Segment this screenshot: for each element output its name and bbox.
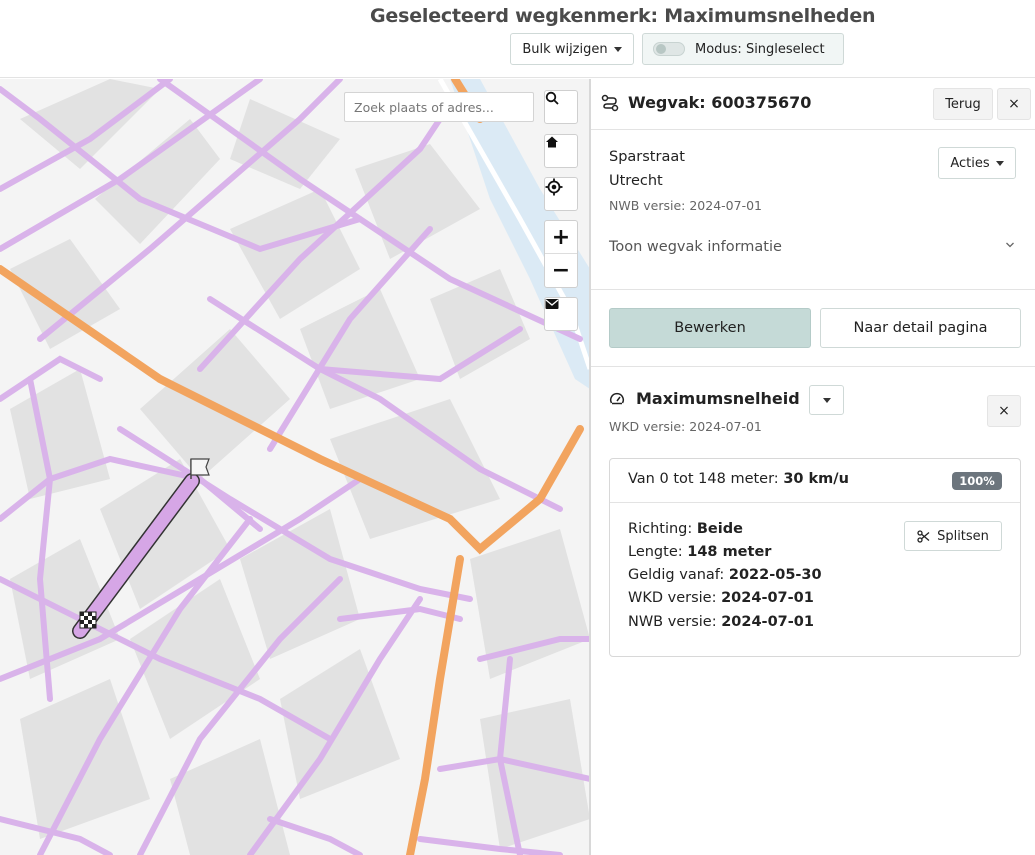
zoom-out-icon: − (551, 258, 571, 283)
detail-direction: Richting: Beide (628, 521, 743, 537)
locate-icon (545, 178, 563, 196)
segment-speed-value: 30 km/u (783, 471, 849, 487)
caret-down-icon (822, 397, 831, 403)
route-icon (601, 94, 619, 112)
toggle-knob (656, 44, 666, 54)
detail-value: 2022-05-30 (728, 567, 822, 583)
map-search-input[interactable] (344, 92, 534, 122)
detail-label: Richting: (628, 521, 697, 537)
chevron-down-icon[interactable] (1005, 240, 1015, 250)
map-canvas[interactable] (0, 79, 590, 855)
zoom-controls: + − (544, 220, 578, 288)
panel-header: Wegvak: 600375670 Terug × (591, 79, 1035, 130)
detail-label: Geldig vanaf: (628, 567, 729, 583)
coverage-badge: 100% (952, 472, 1002, 490)
detail-value: 2024-07-01 (721, 590, 814, 606)
edit-button[interactable]: Bewerken (609, 308, 811, 348)
speed-options-dropdown[interactable] (809, 385, 844, 415)
detail-wkd-version: WKD versie: 2024-07-01 (628, 590, 814, 606)
detail-value: 148 meter (687, 544, 772, 560)
back-button[interactable]: Terug (933, 88, 993, 120)
scissors-icon (917, 529, 930, 543)
split-button[interactable]: Splitsen (904, 521, 1002, 551)
caret-down-icon (995, 160, 1004, 166)
detail-value: 2024-07-01 (721, 614, 814, 630)
wkd-version: WKD versie: 2024-07-01 (609, 419, 762, 434)
bulk-edit-label: Bulk wijzigen (522, 41, 608, 57)
divider (591, 366, 1035, 367)
speed-section-title: Maximumsnelheid (636, 389, 800, 408)
detail-valid-from: Geldig vanaf: 2022-05-30 (628, 567, 822, 583)
zoom-in-button[interactable]: + (545, 221, 577, 254)
home-icon (546, 136, 558, 148)
street-name: Sparstraat (609, 149, 685, 165)
map-search-button[interactable] (544, 90, 578, 124)
city-name: Utrecht (609, 173, 663, 189)
map-home-button[interactable] (544, 134, 578, 168)
toggle-segment-info[interactable]: Toon wegvak informatie (609, 239, 782, 255)
zoom-in-icon: + (551, 224, 571, 250)
split-label: Splitsen (937, 528, 989, 544)
speedometer-icon (610, 392, 624, 405)
speed-segment-card: Van 0 tot 148 meter: 30 km/u 100% Richti… (609, 458, 1021, 657)
map-locate-button[interactable] (544, 177, 578, 211)
mode-label: Modus: Singleselect (695, 41, 825, 57)
actions-dropdown[interactable]: Acties (938, 147, 1016, 179)
page-title: Geselecteerd wegkenmerk: Maximumsnelhede… (370, 5, 876, 27)
road-segment-info: Sparstraat Utrecht NWB versie: 2024-07-0… (591, 130, 1035, 290)
detail-label: Lengte: (628, 544, 688, 560)
bulk-edit-dropdown[interactable]: Bulk wijzigen (510, 33, 634, 65)
side-panel: Wegvak: 600375670 Terug × Sparstraat Utr… (591, 79, 1035, 855)
detail-label: WKD versie: (628, 590, 722, 606)
detail-nwb-version: NWB versie: 2024-07-01 (628, 614, 814, 630)
detail-page-button[interactable]: Naar detail pagina (820, 308, 1021, 348)
search-icon (545, 91, 559, 105)
close-panel-button[interactable]: × (997, 88, 1031, 120)
close-icon: × (998, 403, 1010, 419)
segment-header: Van 0 tot 148 meter: 30 km/u 100% (610, 459, 1020, 503)
actions-label: Acties (950, 155, 990, 171)
zoom-out-button[interactable]: − (545, 254, 577, 287)
select-mode-toggle[interactable]: Modus: Singleselect (642, 33, 844, 65)
segment-range: Van 0 tot 148 meter: 30 km/u (628, 471, 849, 487)
toggle-switch[interactable] (653, 42, 685, 56)
close-icon: × (1008, 96, 1020, 112)
caret-down-icon (613, 46, 622, 52)
detail-value: Beide (696, 521, 743, 537)
map-mail-button[interactable] (544, 297, 578, 331)
detail-label: NWB versie: (628, 614, 722, 630)
finish-flag-icon (79, 611, 97, 629)
header-bar: Geselecteerd wegkenmerk: Maximumsnelhede… (0, 0, 1035, 78)
panel-title: Wegvak: 600375670 (628, 93, 812, 112)
close-speed-button[interactable]: × (987, 395, 1021, 427)
nwb-version: NWB versie: 2024-07-01 (609, 198, 762, 213)
detail-length: Lengte: 148 meter (628, 544, 771, 560)
mail-icon (545, 299, 559, 309)
map-view[interactable]: + − (0, 79, 590, 855)
segment-range-label: Van 0 tot 148 meter: (628, 471, 784, 487)
